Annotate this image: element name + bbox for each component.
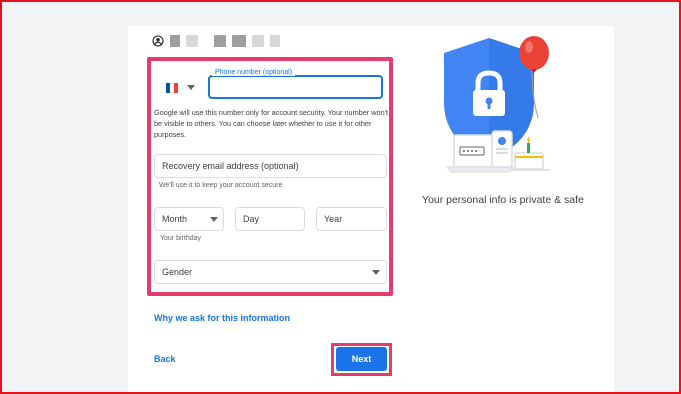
blurred-email xyxy=(252,35,264,47)
year-input[interactable]: Year xyxy=(316,207,387,231)
next-button[interactable]: Next xyxy=(336,347,387,371)
recovery-email-helper: We'll use it to keep your account secure xyxy=(159,182,283,189)
recovery-email-placeholder: Recovery email address (optional) xyxy=(162,161,299,171)
account-circle-icon xyxy=(152,35,164,47)
france-flag-icon[interactable] xyxy=(166,83,178,93)
phone-number-label: Phone number (optional) xyxy=(212,69,296,76)
blurred-name xyxy=(186,35,198,47)
day-placeholder: Day xyxy=(243,214,260,224)
phone-number-input[interactable] xyxy=(208,75,383,99)
why-we-ask-link[interactable]: Why we ask for this information xyxy=(154,313,290,323)
day-input[interactable]: Day xyxy=(235,207,305,231)
birthday-helper: Your birthday xyxy=(160,235,201,242)
blurred-email xyxy=(270,35,280,47)
country-dropdown-caret-icon[interactable] xyxy=(187,85,195,90)
recovery-email-input[interactable]: Recovery email address (optional) xyxy=(154,154,387,178)
account-header xyxy=(152,32,280,50)
month-select-label: Month xyxy=(162,214,188,224)
phone-security-note: Google will use this number only for acc… xyxy=(154,108,389,139)
blurred-email xyxy=(214,35,226,47)
gender-dropdown-caret-icon[interactable] xyxy=(372,270,380,275)
phone-row: Phone number (optional) xyxy=(154,69,390,102)
gender-select[interactable]: Gender xyxy=(154,260,387,284)
privacy-shield-illustration xyxy=(444,36,550,173)
year-placeholder: Year xyxy=(324,214,343,224)
back-button[interactable]: Back xyxy=(154,354,176,364)
month-dropdown-caret-icon[interactable] xyxy=(210,217,218,222)
blurred-email xyxy=(232,35,246,47)
phone-icon xyxy=(491,130,513,168)
blurred-name xyxy=(170,35,180,47)
gender-select-label: Gender xyxy=(162,267,193,277)
privacy-caption: Your personal info is private & safe xyxy=(422,194,584,206)
